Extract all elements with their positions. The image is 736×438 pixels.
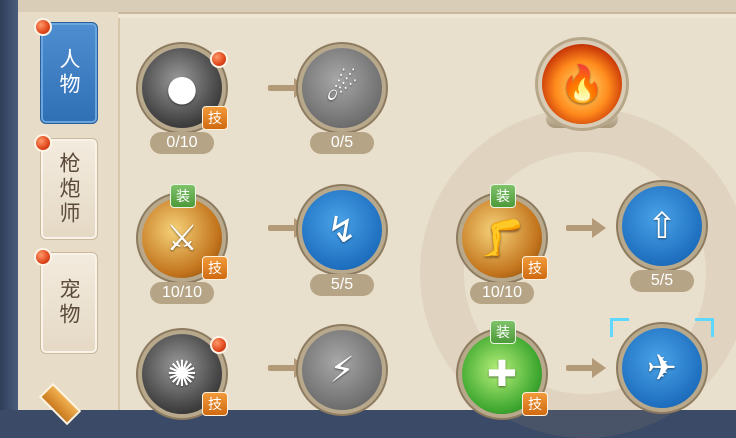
- talent-level-count: 5/5: [310, 274, 374, 296]
- talent-node-r2c[interactable]: 🦵 装 技 10/10: [462, 184, 548, 304]
- top-rail: [18, 0, 736, 14]
- talent-level-count: 0/5: [310, 132, 374, 154]
- skill-tag: 技: [202, 392, 228, 416]
- boot-up-icon: ⇧: [646, 205, 678, 247]
- talent-node-r3a[interactable]: ✺ 技: [142, 334, 228, 416]
- tab-character[interactable]: 人物: [40, 22, 98, 124]
- tab-character-badge: [34, 18, 52, 36]
- talent-node-fire[interactable]: 🔥: [538, 40, 626, 128]
- tab-gunner[interactable]: 枪炮师: [40, 138, 98, 240]
- tab-pet[interactable]: 宠物: [40, 252, 98, 354]
- talent-level-count: 5/5: [630, 270, 694, 292]
- talent-tree-panel: ● 技 0/10 ☄ 0/5 🔥 ⚔ 装 技 10/10 ↯ 5/5 🦵 装 技…: [118, 18, 736, 438]
- tab-pet-label: 宠物: [57, 278, 81, 328]
- upgrade-badge: [210, 336, 228, 354]
- lightning-icon: ⚡: [329, 349, 355, 391]
- talent-node-r2a[interactable]: ⚔ 装 技 10/10: [142, 184, 228, 304]
- skill-tag: 技: [202, 106, 228, 130]
- talent-level-count: 10/10: [470, 282, 534, 304]
- equip-tag: 装: [490, 184, 516, 208]
- upgrade-badge: [210, 50, 228, 68]
- talent-node-r3b[interactable]: ⚡: [302, 330, 382, 410]
- talent-node-r3d[interactable]: ✈: [610, 318, 714, 408]
- equip-tag: 装: [170, 184, 196, 208]
- tab-gunner-label: 枪炮师: [57, 151, 81, 227]
- skill-tag: 技: [202, 256, 228, 280]
- talent-node-r2b[interactable]: ↯ 5/5: [302, 190, 382, 296]
- skill-tag: 技: [522, 256, 548, 280]
- talent-level-count: 0/10: [150, 132, 214, 154]
- talent-node-r3c[interactable]: ✚ 装 技: [462, 320, 548, 416]
- selection-corner: [695, 318, 714, 337]
- tab-gunner-badge: [34, 134, 52, 152]
- tab-character-label: 人物: [57, 48, 81, 98]
- skill-tag: 技: [522, 392, 548, 416]
- tab-pet-badge: [34, 248, 52, 266]
- fire-orb-icon: 🔥: [559, 64, 605, 105]
- talent-node-r1b[interactable]: ☄ 0/5: [302, 48, 382, 154]
- drone-icon: ✈: [646, 347, 678, 389]
- selection-corner: [610, 318, 629, 337]
- path-arrow: [566, 218, 606, 238]
- window-edge: [0, 0, 18, 410]
- path-arrow: [566, 358, 606, 378]
- talent-level-count: 10/10: [150, 282, 214, 304]
- talent-window: 人物 枪炮师 宠物 ● 技 0/10 ☄ 0/5 🔥 ⚔ 装 技 10/10 ↯…: [0, 0, 736, 438]
- equip-tag: 装: [490, 320, 516, 344]
- talent-node-r2d[interactable]: ⇧ 5/5: [622, 186, 702, 292]
- category-tabs: 人物 枪炮师 宠物: [18, 12, 118, 410]
- comet-icon: ☄: [325, 67, 359, 109]
- talent-node-r1a[interactable]: ● 技 0/10: [142, 48, 228, 154]
- dash-strike-icon: ↯: [326, 209, 358, 251]
